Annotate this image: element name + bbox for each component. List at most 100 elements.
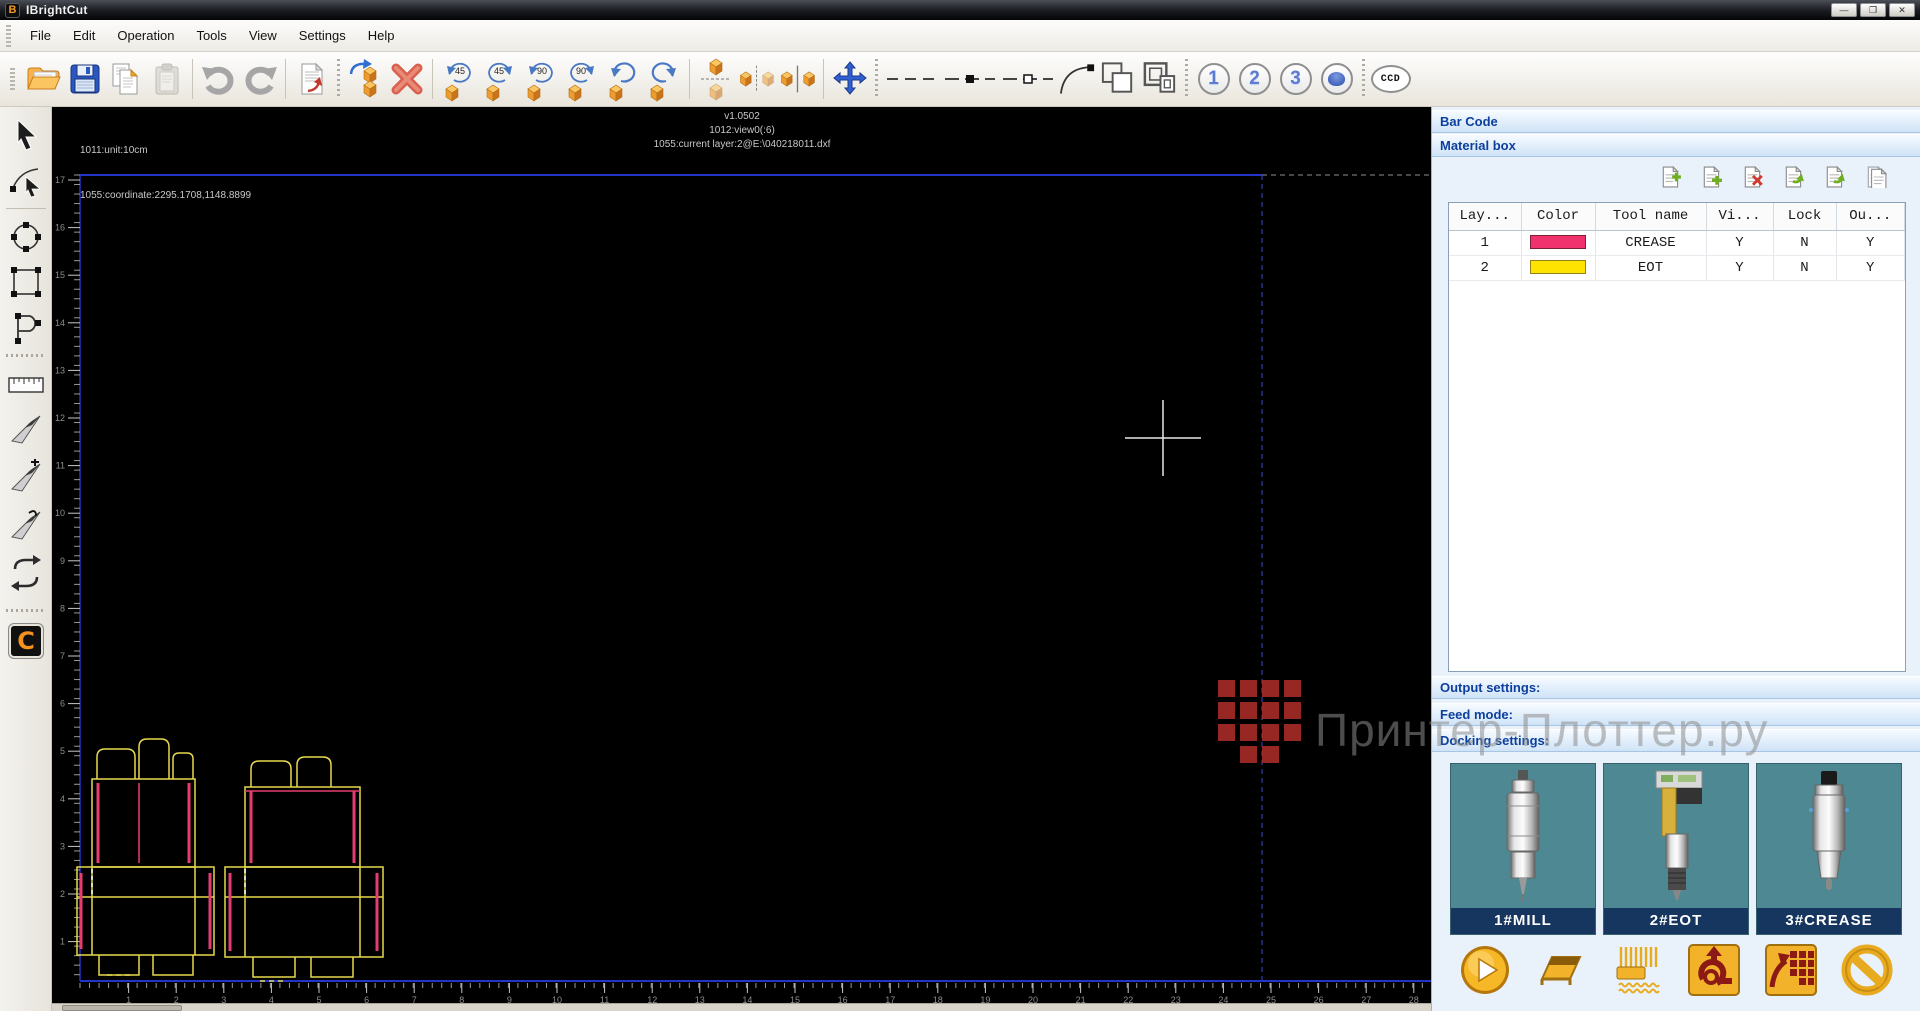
rotate-45-cw-button[interactable]: 45 xyxy=(479,56,520,102)
view-all-button[interactable] xyxy=(1316,56,1357,102)
undo-button[interactable] xyxy=(198,56,239,102)
dashed-line-icon xyxy=(885,73,939,85)
action-buttons xyxy=(1432,943,1920,997)
scrollbar-thumb[interactable] xyxy=(62,1005,182,1011)
eot-tool-label: 2#EOT xyxy=(1604,908,1748,934)
group-button[interactable] xyxy=(1139,56,1180,102)
minimize-button[interactable]: — xyxy=(1831,3,1857,17)
maximize-button[interactable]: ❐ xyxy=(1860,3,1886,17)
table-row[interactable]: 2 EOT Y N Y xyxy=(1449,255,1905,280)
view-1-circle: 1 xyxy=(1198,63,1230,95)
menu-help[interactable]: Help xyxy=(357,23,406,48)
view-2-button[interactable]: 2 xyxy=(1234,56,1275,102)
group-squares-icon xyxy=(1139,60,1180,98)
paste-clipboard-icon xyxy=(150,62,184,96)
stop-button[interactable] xyxy=(1840,943,1894,997)
knife-add-tool-button[interactable] xyxy=(4,455,48,499)
docking-tool-mill[interactable]: 1#MILL xyxy=(1450,763,1596,935)
dieline-carton-1[interactable] xyxy=(77,739,214,975)
rotate-90-cw-button[interactable]: 90 xyxy=(561,56,602,102)
export-layer-button[interactable] xyxy=(1823,165,1847,189)
section-material-box[interactable]: Material box xyxy=(1432,134,1920,157)
view-3-button[interactable]: 3 xyxy=(1275,56,1316,102)
node-edit-tool-button[interactable] xyxy=(4,159,48,203)
crosshair-cursor xyxy=(1125,400,1201,476)
docking-tool-crease[interactable]: 3#CREASE xyxy=(1756,763,1902,935)
canvas-horizontal-scrollbar[interactable] xyxy=(52,1003,1431,1011)
line-style-endpoint-button[interactable] xyxy=(999,56,1057,102)
ccd-icon: CCD xyxy=(1371,65,1411,93)
crease-tool-label: 3#CREASE xyxy=(1757,908,1901,934)
rotate-left-button[interactable] xyxy=(602,56,643,102)
redo-button[interactable] xyxy=(239,56,280,102)
docking-tool-eot[interactable]: 2#EOT xyxy=(1603,763,1749,935)
export-layer-icon xyxy=(1824,166,1846,188)
menu-edit[interactable]: Edit xyxy=(62,23,106,48)
delete-button[interactable] xyxy=(386,56,427,102)
copy-button[interactable] xyxy=(105,56,146,102)
overlap-order-button[interactable] xyxy=(1098,56,1139,102)
svg-text:12: 12 xyxy=(55,413,65,423)
open-button[interactable] xyxy=(23,56,64,102)
add-layer-button[interactable] xyxy=(1659,165,1683,189)
line-style-node-button[interactable] xyxy=(941,56,999,102)
home-origin-button[interactable] xyxy=(1687,943,1741,997)
rotate-left-icon xyxy=(603,56,643,102)
menu-settings[interactable]: Settings xyxy=(288,23,357,48)
insert-layer-button[interactable] xyxy=(1700,165,1724,189)
rectangle-tool-icon xyxy=(8,264,44,300)
rotate-object-button[interactable] xyxy=(345,56,386,102)
test-grid-button[interactable] xyxy=(1764,943,1818,997)
cell-color xyxy=(1521,230,1595,255)
copy-layer-icon xyxy=(1865,166,1887,188)
add-layer-icon xyxy=(1660,166,1682,188)
view-1-button[interactable]: 1 xyxy=(1193,56,1234,102)
drawing-canvas[interactable]: 1234567891011121314151617181920212223242… xyxy=(52,107,1431,1011)
menu-operation[interactable]: Operation xyxy=(106,23,185,48)
section-docking-settings[interactable]: Docking settings: xyxy=(1432,729,1920,752)
rotate-45-ccw-button[interactable]: 45 xyxy=(438,56,479,102)
cell-lock: N xyxy=(1773,230,1836,255)
svg-text:16: 16 xyxy=(55,223,65,233)
menu-view[interactable]: View xyxy=(238,23,288,48)
save-button[interactable] xyxy=(64,56,105,102)
brightcut-logo-button[interactable]: C xyxy=(4,619,48,663)
copy-layer-button[interactable] xyxy=(1864,165,1888,189)
paste-button[interactable] xyxy=(146,56,187,102)
ccd-button[interactable]: CCD xyxy=(1370,56,1411,102)
menu-tools[interactable]: Tools xyxy=(185,23,237,48)
cell-layer: 2 xyxy=(1449,255,1521,280)
eot-tool-image xyxy=(1604,764,1748,908)
delete-layer-button[interactable] xyxy=(1741,165,1765,189)
select-tool-button[interactable] xyxy=(4,113,48,157)
line-style-dashed-button[interactable] xyxy=(883,56,941,102)
section-feed-mode[interactable]: Feed mode: xyxy=(1432,703,1920,726)
close-button[interactable]: ✕ xyxy=(1889,3,1915,17)
rectangle-tool-button[interactable] xyxy=(4,260,48,304)
rotate-right-button[interactable] xyxy=(643,56,684,102)
import-layer-button[interactable] xyxy=(1782,165,1806,189)
feed-button[interactable] xyxy=(1534,943,1588,997)
mirror-horizontal-button[interactable] xyxy=(736,56,777,102)
loop-tool-button[interactable] xyxy=(4,551,48,595)
mirror-copy-button[interactable] xyxy=(777,56,818,102)
move-button[interactable] xyxy=(829,56,870,102)
polyline-tool-button[interactable] xyxy=(4,305,48,349)
menu-file[interactable]: File xyxy=(19,23,62,48)
arc-edit-button[interactable] xyxy=(1057,56,1098,102)
insert-layer-icon xyxy=(1701,166,1723,188)
rotate-90-ccw-button[interactable]: 90 xyxy=(520,56,561,102)
knife-tool-button[interactable] xyxy=(4,407,48,451)
knife-curve-tool-button[interactable] xyxy=(4,503,48,547)
color-swatch-eot xyxy=(1530,260,1586,274)
comb-button[interactable] xyxy=(1611,943,1665,997)
circle-tool-button[interactable] xyxy=(4,215,48,259)
mirror-vertical-button[interactable] xyxy=(695,56,736,102)
export-doc-button[interactable] xyxy=(291,56,332,102)
start-button[interactable] xyxy=(1458,943,1512,997)
section-output-settings[interactable]: Output settings: xyxy=(1432,676,1920,699)
table-row[interactable]: 1 CREASE Y N Y xyxy=(1449,230,1905,255)
ruler-tool-button[interactable] xyxy=(4,363,48,407)
dieline-carton-2[interactable] xyxy=(225,757,383,981)
section-bar-code[interactable]: Bar Code xyxy=(1432,110,1920,133)
